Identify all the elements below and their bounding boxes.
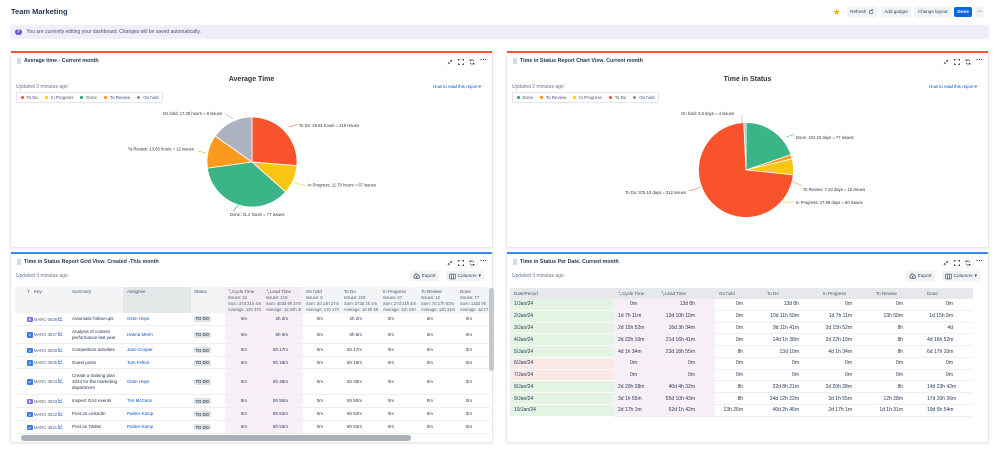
svg-text:To Do: 29.91 hours = 219 issue: To Do: 29.91 hours = 219 issues	[299, 123, 359, 128]
svg-text:To Do: 375.10 days = 312 issue: To Do: 375.10 days = 312 issues	[625, 190, 686, 195]
svg-text:To Review: 13.63 hours = 12 is: To Review: 13.63 hours = 12 issues	[128, 147, 194, 152]
svg-text:In Progress: 11.70 hours = 67: In Progress: 11.70 hours = 67 issues	[308, 183, 376, 188]
svg-text:On hold: 17.29 hours = 8 issue: On hold: 17.29 hours = 8 issues	[163, 111, 222, 116]
svg-text:In Progress: 27.88 days = 60 i: In Progress: 27.88 days = 60 issues	[796, 200, 863, 205]
svg-text:Done: 41.2 hours = 77 issues: Done: 41.2 hours = 77 issues	[230, 212, 285, 217]
svg-text:On hold: 3.8 days = 4 issues: On hold: 3.8 days = 4 issues	[681, 111, 734, 116]
svg-text:To Review: 7.33 days = 10 issu: To Review: 7.33 days = 10 issues	[803, 187, 865, 192]
svg-text:Done: 102.22 days = 77 issues: Done: 102.22 days = 77 issues	[796, 135, 854, 140]
